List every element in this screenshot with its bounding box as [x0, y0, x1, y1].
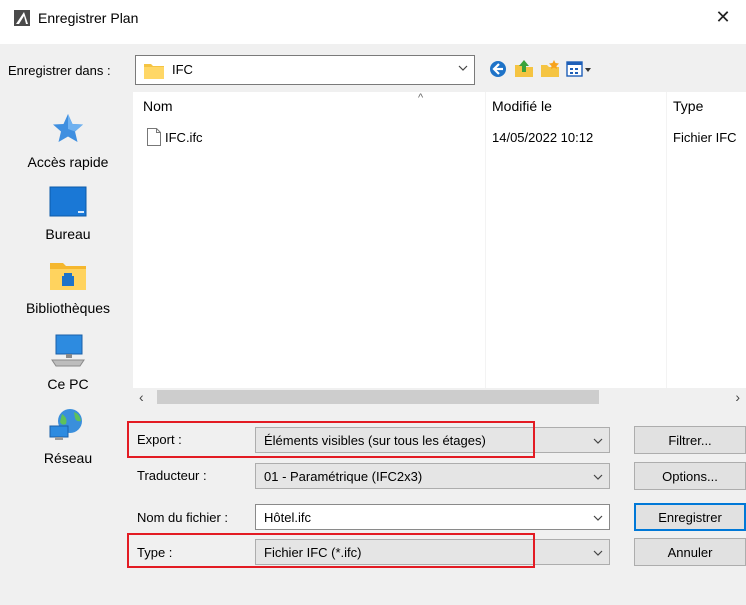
filter-button[interactable]: Filtrer... — [634, 426, 746, 454]
up-folder-icon[interactable] — [514, 59, 534, 79]
desktop-icon — [49, 186, 87, 217]
chevron-down-icon[interactable] — [593, 513, 603, 523]
place-label-this-pc: Ce PC — [47, 376, 89, 392]
place-this-pc[interactable]: Ce PC — [8, 334, 128, 392]
export-dropdown[interactable]: Éléments visibles (sur tous les étages) — [255, 427, 610, 453]
save-in-value: IFC — [172, 62, 193, 77]
place-label-quick-access: Accès rapide — [27, 154, 109, 170]
close-button[interactable]: ✕ — [700, 0, 746, 34]
column-header-type[interactable]: Type — [673, 98, 703, 114]
this-pc-icon — [51, 334, 85, 367]
scroll-right-icon[interactable]: › — [735, 389, 740, 405]
place-quick-access[interactable]: Accès rapide — [8, 112, 128, 170]
translator-label: Traducteur : — [137, 468, 207, 483]
file-list[interactable]: Nom ^ Modifié le Type IFC.ifc 14/05/2022… — [133, 92, 746, 388]
options-button[interactable]: Options... — [634, 462, 746, 490]
app-icon — [14, 10, 30, 26]
title-bar: Enregistrer Plan ✕ — [0, 0, 746, 44]
type-dropdown[interactable]: Fichier IFC (*.ifc) — [255, 539, 610, 565]
translator-value: 01 - Paramétrique (IFC2x3) — [264, 469, 423, 484]
filename-value[interactable]: Hôtel.ifc — [264, 510, 311, 525]
column-header-name[interactable]: Nom — [143, 98, 173, 114]
save-button[interactable]: Enregistrer — [634, 503, 746, 531]
file-row[interactable]: IFC.ifc 14/05/2022 10:12 Fichier IFC — [133, 128, 746, 148]
translator-dropdown[interactable]: 01 - Paramétrique (IFC2x3) — [255, 463, 610, 489]
file-name: IFC.ifc — [165, 130, 203, 145]
back-icon[interactable] — [488, 59, 508, 79]
places-bar: Accès rapide Bureau Bibliothèques Ce PC … — [8, 92, 128, 590]
cancel-button[interactable]: Annuler — [634, 538, 746, 566]
place-label-libraries: Bibliothèques — [25, 300, 111, 316]
window-title: Enregistrer Plan — [38, 10, 139, 26]
quick-access-star-icon — [53, 114, 83, 142]
export-label: Export : — [137, 432, 182, 447]
place-desktop[interactable]: Bureau — [8, 186, 128, 242]
filename-field[interactable]: Hôtel.ifc — [255, 504, 610, 530]
chevron-down-icon — [593, 474, 603, 480]
libraries-icon — [50, 263, 86, 290]
sort-ascending-icon: ^ — [418, 92, 424, 104]
view-menu-icon[interactable] — [566, 59, 592, 79]
save-plan-dialog: Enregistrer Plan ✕ Enregistrer dans : IF… — [0, 0, 746, 605]
file-modified: 14/05/2022 10:12 — [492, 130, 594, 145]
type-label: Type : — [137, 545, 173, 560]
file-type: Fichier IFC — [673, 130, 737, 145]
new-folder-icon[interactable] — [540, 59, 560, 79]
network-icon — [49, 409, 82, 440]
save-in-dropdown[interactable]: IFC — [135, 55, 475, 85]
column-header-modified[interactable]: Modifié le — [492, 98, 552, 114]
place-label-network: Réseau — [43, 450, 93, 466]
chevron-down-icon — [593, 550, 603, 556]
save-in-label: Enregistrer dans : — [8, 63, 111, 78]
filename-label: Nom du fichier : — [137, 510, 229, 525]
horizontal-scrollbar[interactable]: ‹ › — [133, 388, 746, 406]
type-value: Fichier IFC (*.ifc) — [264, 545, 362, 560]
file-icon — [147, 128, 161, 146]
scroll-left-icon[interactable]: ‹ — [139, 389, 144, 405]
place-libraries[interactable]: Bibliothèques — [8, 260, 128, 316]
chevron-down-icon — [593, 438, 603, 444]
chevron-down-icon — [458, 65, 468, 71]
place-network[interactable]: Réseau — [8, 408, 128, 466]
navigation-toolbar — [488, 58, 592, 80]
export-value: Éléments visibles (sur tous les étages) — [264, 433, 486, 448]
scrollbar-thumb[interactable] — [157, 390, 599, 404]
place-label-desktop: Bureau — [45, 226, 91, 242]
folder-icon — [144, 64, 164, 79]
close-icon: ✕ — [715, 6, 731, 27]
